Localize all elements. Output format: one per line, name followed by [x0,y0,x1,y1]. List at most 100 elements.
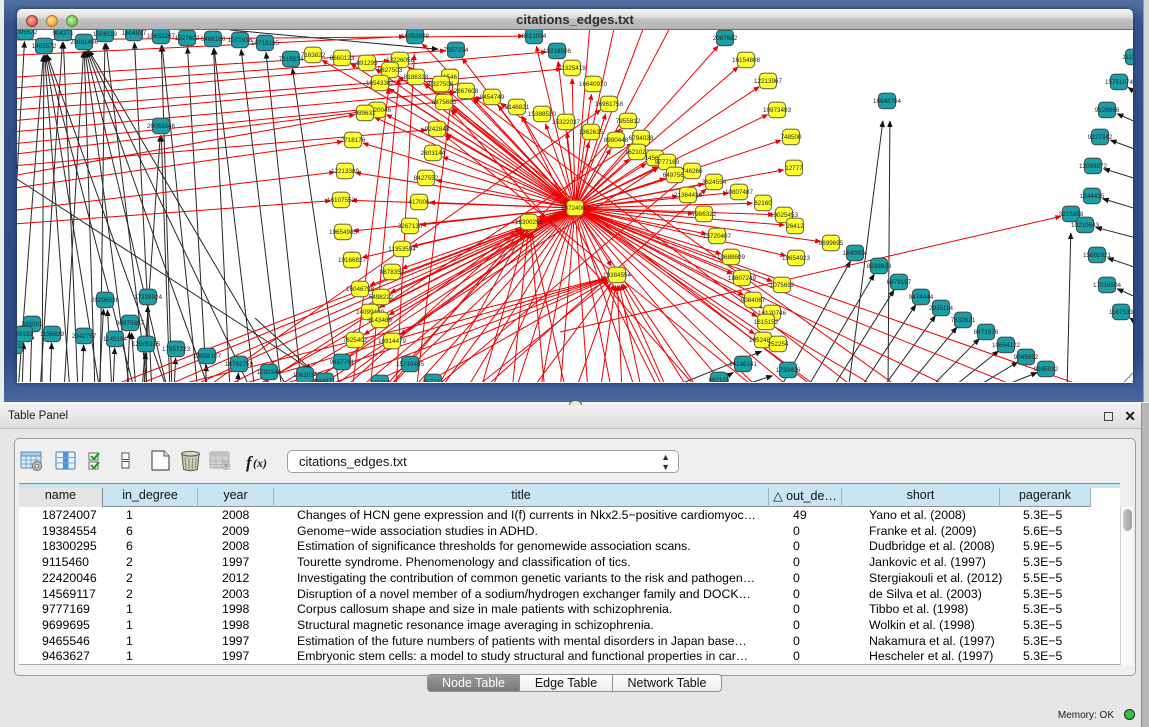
svg-text:5498222: 5498222 [369,294,394,301]
svg-text:1640954: 1640954 [843,250,868,257]
svg-text:3875685: 3875685 [432,99,457,106]
svg-text:2942757: 2942757 [72,333,97,340]
svg-text:18807249: 18807249 [728,275,757,282]
svg-text:39159: 39159 [17,331,33,338]
svg-text:12213967: 12213967 [754,78,783,85]
svg-text:62160: 62160 [754,200,772,207]
svg-text:10654122: 10654122 [992,342,1021,349]
svg-text:21364436: 21364436 [674,192,703,199]
svg-text:252254: 252254 [767,341,789,348]
svg-text:8454749: 8454749 [480,94,505,101]
svg-text:20206536: 20206536 [91,297,120,304]
svg-text:15751074: 15751074 [1105,79,1133,86]
svg-text:1615152: 1615152 [754,319,779,326]
svg-text:7625402: 7625402 [343,337,368,344]
svg-text:957231: 957231 [422,379,444,382]
svg-text:1604897: 1604897 [122,30,147,37]
svg-text:9242848: 9242848 [425,126,450,133]
svg-text:16543362: 16543362 [366,80,395,87]
svg-text:10973493: 10973493 [763,107,792,114]
svg-text:8990448: 8990448 [604,137,629,144]
svg-text:8471676: 8471676 [974,329,999,336]
svg-text:746266: 746266 [681,168,703,175]
svg-text:2087682: 2087682 [713,35,738,42]
svg-text:16640910: 16640910 [579,81,608,88]
svg-text:1143489: 1143489 [368,317,393,324]
svg-text:12777: 12777 [785,165,803,172]
svg-text:19654923: 19654923 [782,255,811,262]
svg-text:10688609: 10688609 [717,254,746,261]
svg-text:989631: 989631 [354,110,376,117]
svg-text:1292346: 1292346 [257,369,282,376]
svg-text:9084067: 9084067 [741,297,766,304]
svg-text:12505185: 12505185 [132,341,161,348]
svg-text:17957223: 17957223 [162,346,191,353]
svg-text:9327508: 9327508 [429,81,454,88]
svg-text:9129966: 9129966 [1095,107,1120,114]
svg-text:8938923: 8938923 [867,263,892,270]
svg-text:30975887: 30975887 [116,320,145,327]
svg-text:1733426: 1733426 [776,367,801,374]
svg-text:14136141: 14136141 [729,361,758,368]
svg-text:15388520: 15388520 [528,111,557,118]
svg-text:105332: 105332 [369,380,391,382]
svg-text:17339924: 17339924 [134,294,163,301]
svg-text:7163822: 7163822 [301,52,326,59]
svg-text:7955812: 7955812 [616,118,641,125]
svg-text:10653267: 10653267 [147,33,176,40]
svg-text:1071918: 1071918 [228,37,253,44]
svg-text:11353594: 11353594 [388,246,416,253]
svg-text:748500: 748500 [780,134,802,141]
svg-text:1405572: 1405572 [32,43,57,50]
svg-text:9146821: 9146821 [505,104,530,111]
svg-text:1506119: 1506119 [93,31,118,38]
svg-text:1156829: 1156829 [40,331,65,338]
svg-text:1527602: 1527602 [175,35,200,42]
svg-text:8186328: 8186328 [404,74,429,81]
svg-text:10210643: 10210643 [1071,222,1100,229]
svg-text:16107552: 16107552 [327,197,356,204]
svg-text:16053809: 16053809 [401,33,430,40]
svg-text:9474444: 9474444 [909,294,934,301]
svg-text:9699695: 9699695 [819,240,844,247]
svg-text:19218506: 19218506 [543,48,572,55]
svg-text:20691406: 20691406 [70,39,99,46]
svg-text:20053346: 20053346 [147,123,176,130]
svg-text:16154808: 16154808 [732,57,761,64]
svg-text:18300295: 18300295 [515,219,544,226]
svg-text:944871: 944871 [314,378,336,382]
svg-text:10958107: 10958107 [193,353,222,360]
svg-text:662103: 662103 [708,377,730,382]
svg-text:7986322: 7986322 [692,211,717,218]
svg-text:12213389: 12213389 [331,168,360,175]
svg-text:12093872: 12093872 [1079,163,1108,170]
svg-text:1145194: 1145194 [103,336,128,343]
svg-text:16046798: 16046798 [346,286,375,293]
svg-text:2867608: 2867608 [454,88,479,95]
svg-text:16648764: 16648764 [873,98,902,105]
svg-text:11325419: 11325419 [558,65,586,72]
svg-text:2803144: 2803144 [421,150,446,157]
svg-text:16914479: 16914479 [378,338,407,345]
svg-text:6879197: 6879197 [887,279,912,286]
svg-text:9245652: 9245652 [1014,354,1039,361]
svg-text:895012: 895012 [17,343,25,350]
svg-text:16782759: 16782759 [225,361,254,368]
svg-text:2718176: 2718176 [341,137,366,144]
svg-text:904271: 904271 [52,30,74,37]
svg-text:15692921: 15692921 [1083,252,1112,259]
svg-text:2005572: 2005572 [17,30,38,36]
svg-text:(x): (x) [253,456,267,470]
svg-text:9777169: 9777169 [655,159,680,166]
svg-text:9827503: 9827503 [378,67,403,74]
svg-text:6794028: 6794028 [629,135,654,142]
svg-text:891295: 891295 [356,60,378,67]
svg-text:1075692: 1075692 [770,282,795,289]
svg-text:19384554: 19384554 [603,272,632,279]
svg-text:1112480: 1112480 [1122,54,1133,61]
svg-text:8427552: 8427552 [414,175,439,182]
svg-text:1244415: 1244415 [1080,193,1105,200]
svg-text:9457791: 9457791 [330,359,355,366]
svg-text:10807487: 10807487 [725,189,754,196]
svg-text:8813054: 8813054 [522,33,547,40]
